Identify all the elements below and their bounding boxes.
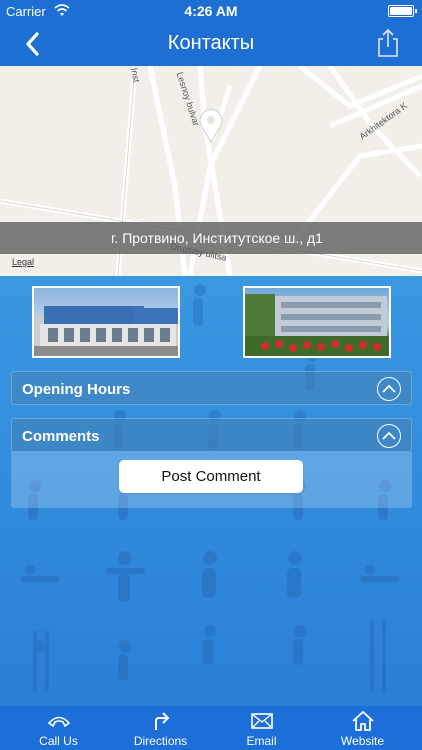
mail-icon	[249, 710, 275, 732]
bottom-tab-bar: Call Us Directions Email Website	[0, 706, 422, 750]
comments-body: Post Comment	[11, 452, 412, 508]
tab-website[interactable]: Website	[310, 706, 415, 750]
tab-email[interactable]: Email	[209, 706, 314, 750]
phone-icon	[46, 710, 72, 732]
legal-link[interactable]: Legal	[12, 257, 34, 267]
clock: 4:26 AM	[184, 3, 238, 19]
chevron-up-icon[interactable]	[377, 424, 401, 448]
share-icon[interactable]	[374, 28, 402, 58]
venue-photo-garden-image	[245, 294, 389, 356]
venue-photo-garden[interactable]	[243, 286, 391, 358]
opening-hours-title: Opening Hours	[22, 381, 131, 398]
status-bar: Carrier 4:26 AM	[0, 0, 422, 22]
battery-icon	[388, 5, 417, 17]
comments-title: Comments	[22, 428, 100, 445]
map-view[interactable]: Inst Lesnoy bulvar Arkhitektora K Druzhb…	[0, 66, 422, 276]
chevron-up-icon[interactable]	[377, 377, 401, 401]
directions-icon	[148, 710, 174, 732]
page-title: Контакты	[167, 32, 255, 54]
venue-photo-front[interactable]	[32, 286, 180, 358]
tab-directions[interactable]: Directions	[108, 706, 213, 750]
tab-label: Directions	[133, 734, 188, 748]
tab-label: Call Us	[39, 734, 78, 748]
tab-call-us[interactable]: Call Us	[6, 706, 111, 750]
tab-label: Website	[340, 734, 385, 748]
address-bar: г. Протвино, Институтское ш., д1	[0, 222, 422, 254]
content-area: Opening Hours Comments Post Comment	[0, 276, 422, 706]
tab-label: Email	[246, 734, 277, 748]
navigation-bar: Контакты	[0, 22, 422, 66]
opening-hours-section[interactable]: Opening Hours	[11, 371, 412, 405]
home-icon	[350, 710, 376, 732]
address-text: г. Протвино, Институтское ш., д1	[111, 230, 323, 246]
venue-photo-front-image	[34, 306, 178, 356]
post-comment-button[interactable]: Post Comment	[119, 460, 303, 493]
comments-section[interactable]: Comments	[11, 418, 412, 452]
map-pin-icon[interactable]	[197, 107, 225, 143]
